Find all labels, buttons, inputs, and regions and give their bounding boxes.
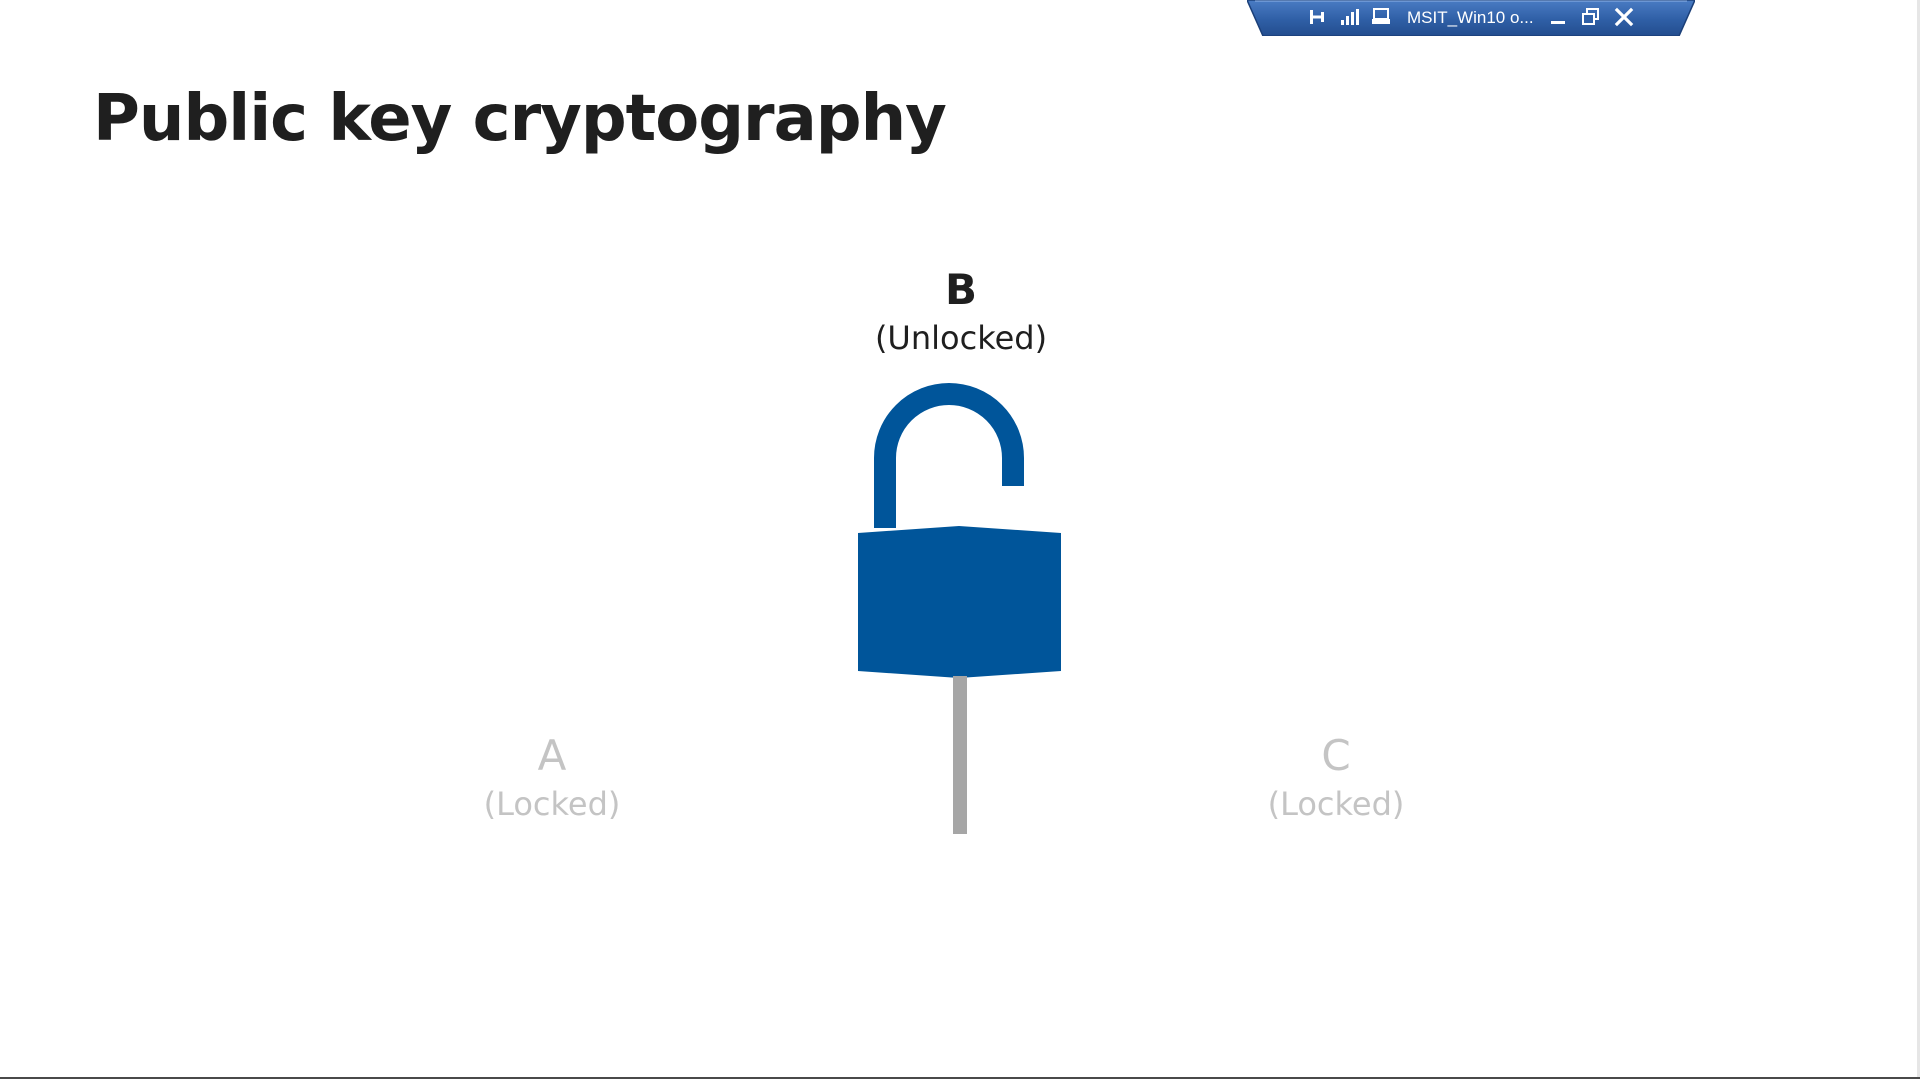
minimize-icon[interactable] bbox=[1547, 6, 1569, 28]
node-c-label: C (Locked) bbox=[1216, 730, 1456, 826]
node-a-letter: A bbox=[537, 731, 567, 780]
close-icon[interactable] bbox=[1613, 6, 1635, 28]
node-c-letter: C bbox=[1321, 731, 1351, 780]
node-b-state: (Unlocked) bbox=[874, 319, 1048, 357]
lock-post bbox=[953, 676, 967, 834]
restore-icon[interactable] bbox=[1580, 6, 1602, 28]
pin-icon[interactable] bbox=[1307, 6, 1329, 28]
node-a-state: (Locked) bbox=[483, 785, 621, 823]
remote-desktop-connection-bar: MSIT_Win10 o... bbox=[1247, 0, 1695, 36]
node-b-letter: B bbox=[944, 265, 977, 314]
node-a-label: A (Locked) bbox=[432, 730, 672, 826]
slide-title: Public key cryptography bbox=[93, 82, 947, 156]
connection-name: MSIT_Win10 o... bbox=[1407, 8, 1534, 27]
node-c-state: (Locked) bbox=[1267, 785, 1405, 823]
presentation-slide: MSIT_Win10 o... Public key cryptography bbox=[0, 0, 1920, 1079]
signal-strength-icon[interactable] bbox=[1338, 6, 1360, 28]
padlock-shackle bbox=[874, 383, 1024, 528]
padlock-body bbox=[858, 526, 1061, 678]
remote-computer-icon[interactable] bbox=[1370, 6, 1392, 28]
node-b-label: B (Unlocked) bbox=[841, 264, 1081, 360]
unlocked-padlock-icon bbox=[858, 383, 1061, 834]
